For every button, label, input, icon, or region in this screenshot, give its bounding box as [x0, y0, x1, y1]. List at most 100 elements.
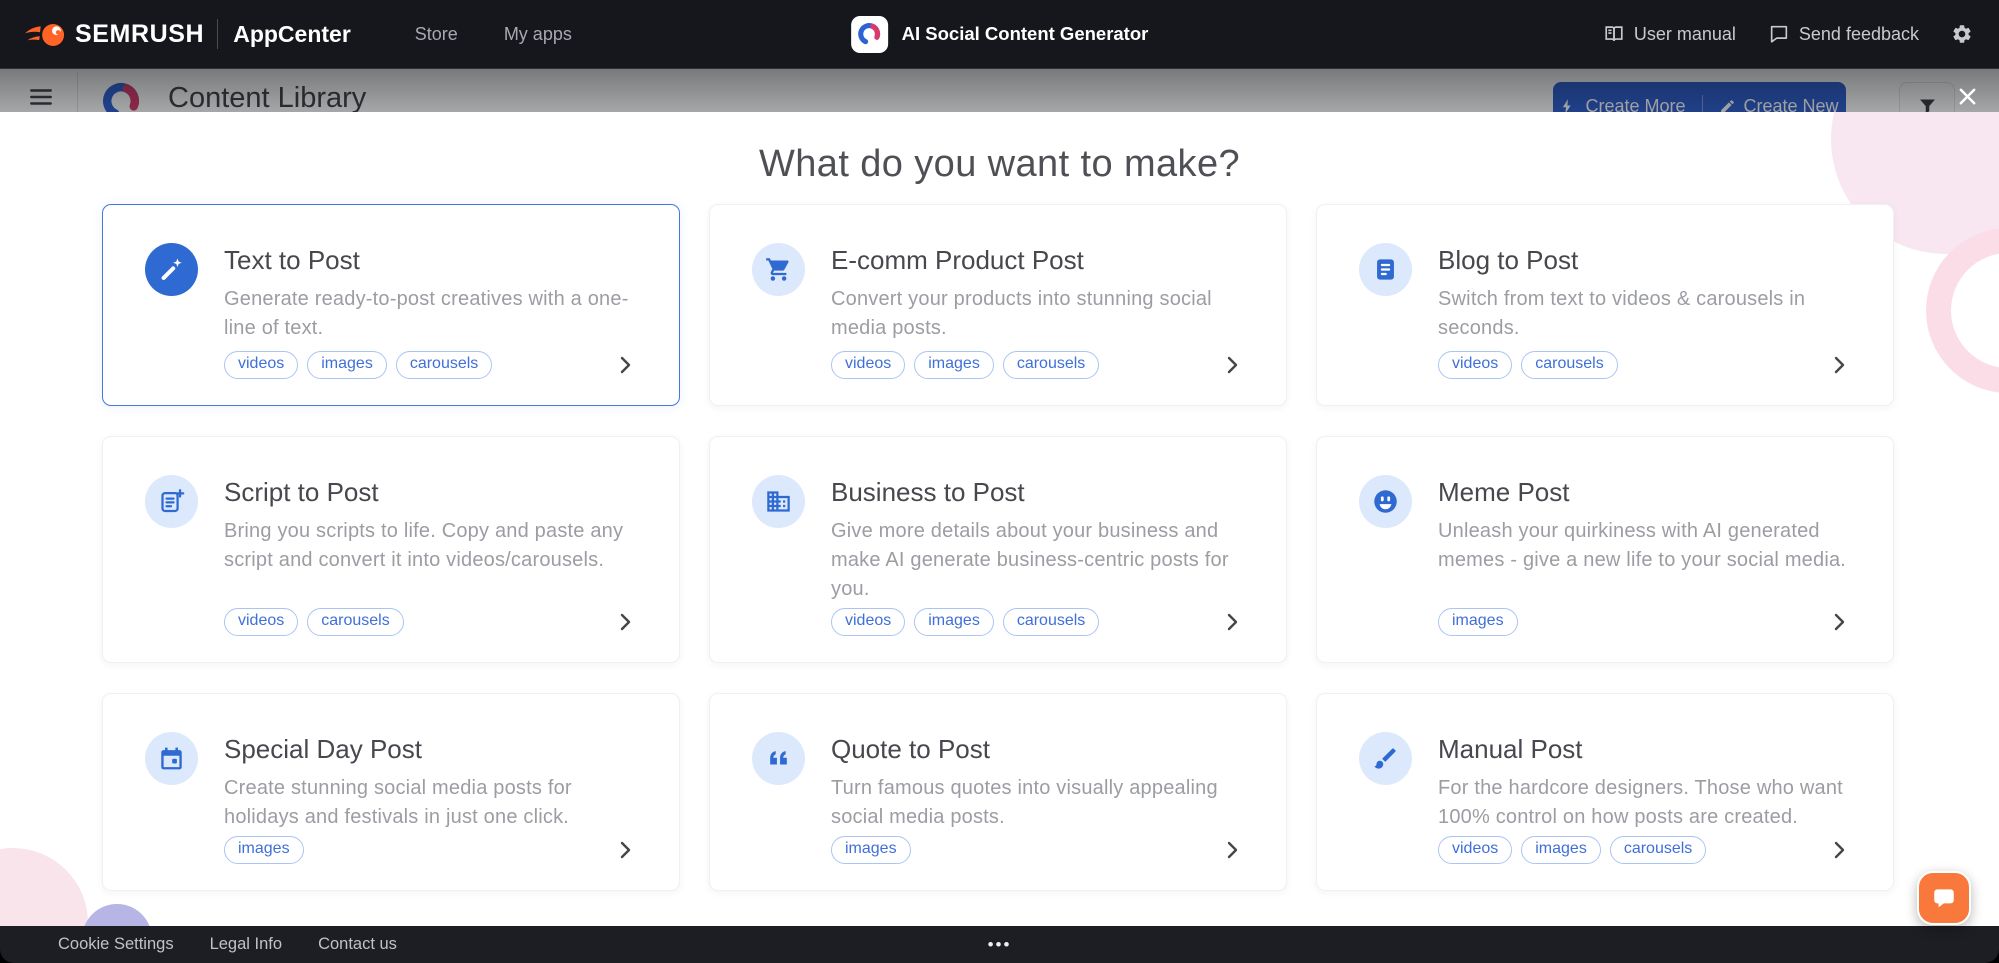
card-body: E-comm Product Post Convert your products…: [831, 243, 1244, 379]
card-description: Turn famous quotes into visually appeali…: [831, 774, 1244, 832]
close-icon: [1956, 85, 1979, 108]
card-script-to-post[interactable]: Script to Post Bring you scripts to life.…: [102, 436, 680, 663]
card-body: Blog to PostSwitch from text to videos &…: [1438, 243, 1851, 379]
card-description: Generate ready-to-post creatives with a …: [224, 285, 637, 343]
card-title: Business to Post: [831, 477, 1244, 508]
user-manual-button[interactable]: User manual: [1603, 23, 1736, 45]
card-description: Convert your products into stunning soci…: [831, 285, 1244, 343]
tag-images: images: [914, 351, 994, 379]
card-meme-post[interactable]: Meme Post Unleash your quirkiness with AI…: [1316, 436, 1894, 663]
chevron-right-icon: [613, 838, 637, 862]
tag-row: images: [831, 836, 1244, 864]
magic-wand-icon: [145, 243, 198, 296]
card-title: E-comm Product Post: [831, 245, 1244, 276]
calendar-icon: [145, 732, 198, 785]
dim-overlay: [0, 68, 1999, 112]
current-app: AI Social Content Generator: [851, 0, 1149, 68]
tag-videos: videos: [224, 608, 298, 636]
card-body: Quote to PostTurn famous quotes into vis…: [831, 732, 1244, 864]
quote-icon: [752, 732, 805, 785]
card-special-day-post[interactable]: Special Day Post Create stunning social m…: [102, 693, 680, 891]
topbar-divider: [217, 19, 218, 49]
card-title: Meme Post: [1438, 477, 1851, 508]
card-e-comm-product-post[interactable]: E-comm Product Post Convert your products…: [709, 204, 1287, 406]
book-icon: [1603, 23, 1625, 45]
card-description: Unleash your quirkiness with AI generate…: [1438, 517, 1851, 575]
settings-button[interactable]: [1951, 23, 1973, 45]
footer-link-legal-info[interactable]: Legal Info: [210, 935, 282, 954]
tag-row: videosimagescarousels: [831, 608, 1244, 636]
user-manual-label: User manual: [1634, 24, 1736, 45]
footer-link-contact-us[interactable]: Contact us: [318, 935, 397, 954]
product-name[interactable]: AppCenter: [233, 21, 351, 48]
cart-icon: [752, 243, 805, 296]
card-text-to-post[interactable]: Text to Post Generate ready-to-post creat…: [102, 204, 680, 406]
post-type-grid: Text to Post Generate ready-to-post creat…: [0, 204, 1999, 891]
footer-menu-dots[interactable]: •••: [988, 935, 1012, 955]
semrush-flame-icon: [24, 20, 66, 49]
tag-row: images: [1438, 608, 1851, 636]
card-manual-post[interactable]: Manual PostFor the hardcore designers. T…: [1316, 693, 1894, 891]
tag-videos: videos: [831, 351, 905, 379]
tag-images: images: [1438, 608, 1518, 636]
card-title: Script to Post: [224, 477, 637, 508]
card-body: Special Day Post Create stunning social m…: [224, 732, 637, 864]
chevron-right-icon: [613, 610, 637, 634]
topbar-nav: Store My apps: [415, 24, 572, 45]
tag-images: images: [1521, 836, 1601, 864]
chevron-right-icon: [613, 353, 637, 377]
nav-store[interactable]: Store: [415, 24, 458, 45]
card-body: Manual PostFor the hardcore designers. T…: [1438, 732, 1851, 864]
nav-my-apps[interactable]: My apps: [504, 24, 572, 45]
tag-videos: videos: [1438, 351, 1512, 379]
card-title: Manual Post: [1438, 734, 1851, 765]
tag-images: images: [224, 836, 304, 864]
card-blog-to-post[interactable]: Blog to PostSwitch from text to videos &…: [1316, 204, 1894, 406]
tag-carousels: carousels: [396, 351, 492, 379]
send-feedback-label: Send feedback: [1799, 24, 1919, 45]
tag-images: images: [914, 608, 994, 636]
card-description: Create stunning social media posts for h…: [224, 774, 637, 832]
chat-launcher-button[interactable]: [1917, 871, 1971, 925]
tag-carousels: carousels: [1521, 351, 1617, 379]
building-icon: [752, 475, 805, 528]
close-modal-button[interactable]: [1950, 80, 1984, 112]
send-feedback-button[interactable]: Send feedback: [1768, 23, 1919, 45]
tag-row: videosimagescarousels: [1438, 836, 1851, 864]
semrush-logo[interactable]: SEMRUSH: [24, 20, 204, 49]
chevron-right-icon: [1827, 838, 1851, 862]
card-description: Bring you scripts to life. Copy and past…: [224, 517, 637, 575]
tag-carousels: carousels: [1003, 351, 1099, 379]
tag-carousels: carousels: [1003, 608, 1099, 636]
tag-videos: videos: [1438, 836, 1512, 864]
card-description: Give more details about your business an…: [831, 517, 1244, 604]
brush-icon: [1359, 732, 1412, 785]
chevron-right-icon: [1827, 610, 1851, 634]
page-header-strip: Content Library Create More Create New: [0, 68, 1999, 112]
chevron-right-icon: [1220, 838, 1244, 862]
chevron-right-icon: [1220, 610, 1244, 634]
card-body: Script to Post Bring you scripts to life.…: [224, 475, 637, 636]
chevron-right-icon: [1827, 353, 1851, 377]
card-title: Special Day Post: [224, 734, 637, 765]
chat-bubble-icon: [1931, 885, 1957, 911]
top-bar: SEMRUSH AppCenter Store My apps AI Social…: [0, 0, 1999, 68]
card-title: Text to Post: [224, 245, 637, 276]
app-logo-icon: [851, 16, 888, 53]
brand-name: SEMRUSH: [75, 20, 204, 49]
card-quote-to-post[interactable]: Quote to PostTurn famous quotes into vis…: [709, 693, 1287, 891]
tag-carousels: carousels: [307, 608, 403, 636]
app-title: AI Social Content Generator: [902, 23, 1149, 45]
card-body: Text to Post Generate ready-to-post creat…: [224, 243, 637, 379]
tag-row: videos images carousels: [831, 351, 1244, 379]
footer-link-cookie-settings[interactable]: Cookie Settings: [58, 935, 174, 954]
decorative-circle: [82, 904, 152, 926]
tag-row: videos carousels: [224, 608, 637, 636]
feedback-bubble-icon: [1768, 23, 1790, 45]
topbar-actions: User manual Send feedback: [1603, 23, 1973, 45]
card-body: Business to Post Give more details about …: [831, 475, 1244, 636]
what-to-make-modal: What do you want to make? Text to PostGe…: [0, 112, 1999, 926]
tag-row: videosimagescarousels: [224, 351, 637, 379]
card-business-to-post[interactable]: Business to Post Give more details about …: [709, 436, 1287, 663]
card-body: Meme Post Unleash your quirkiness with AI…: [1438, 475, 1851, 636]
